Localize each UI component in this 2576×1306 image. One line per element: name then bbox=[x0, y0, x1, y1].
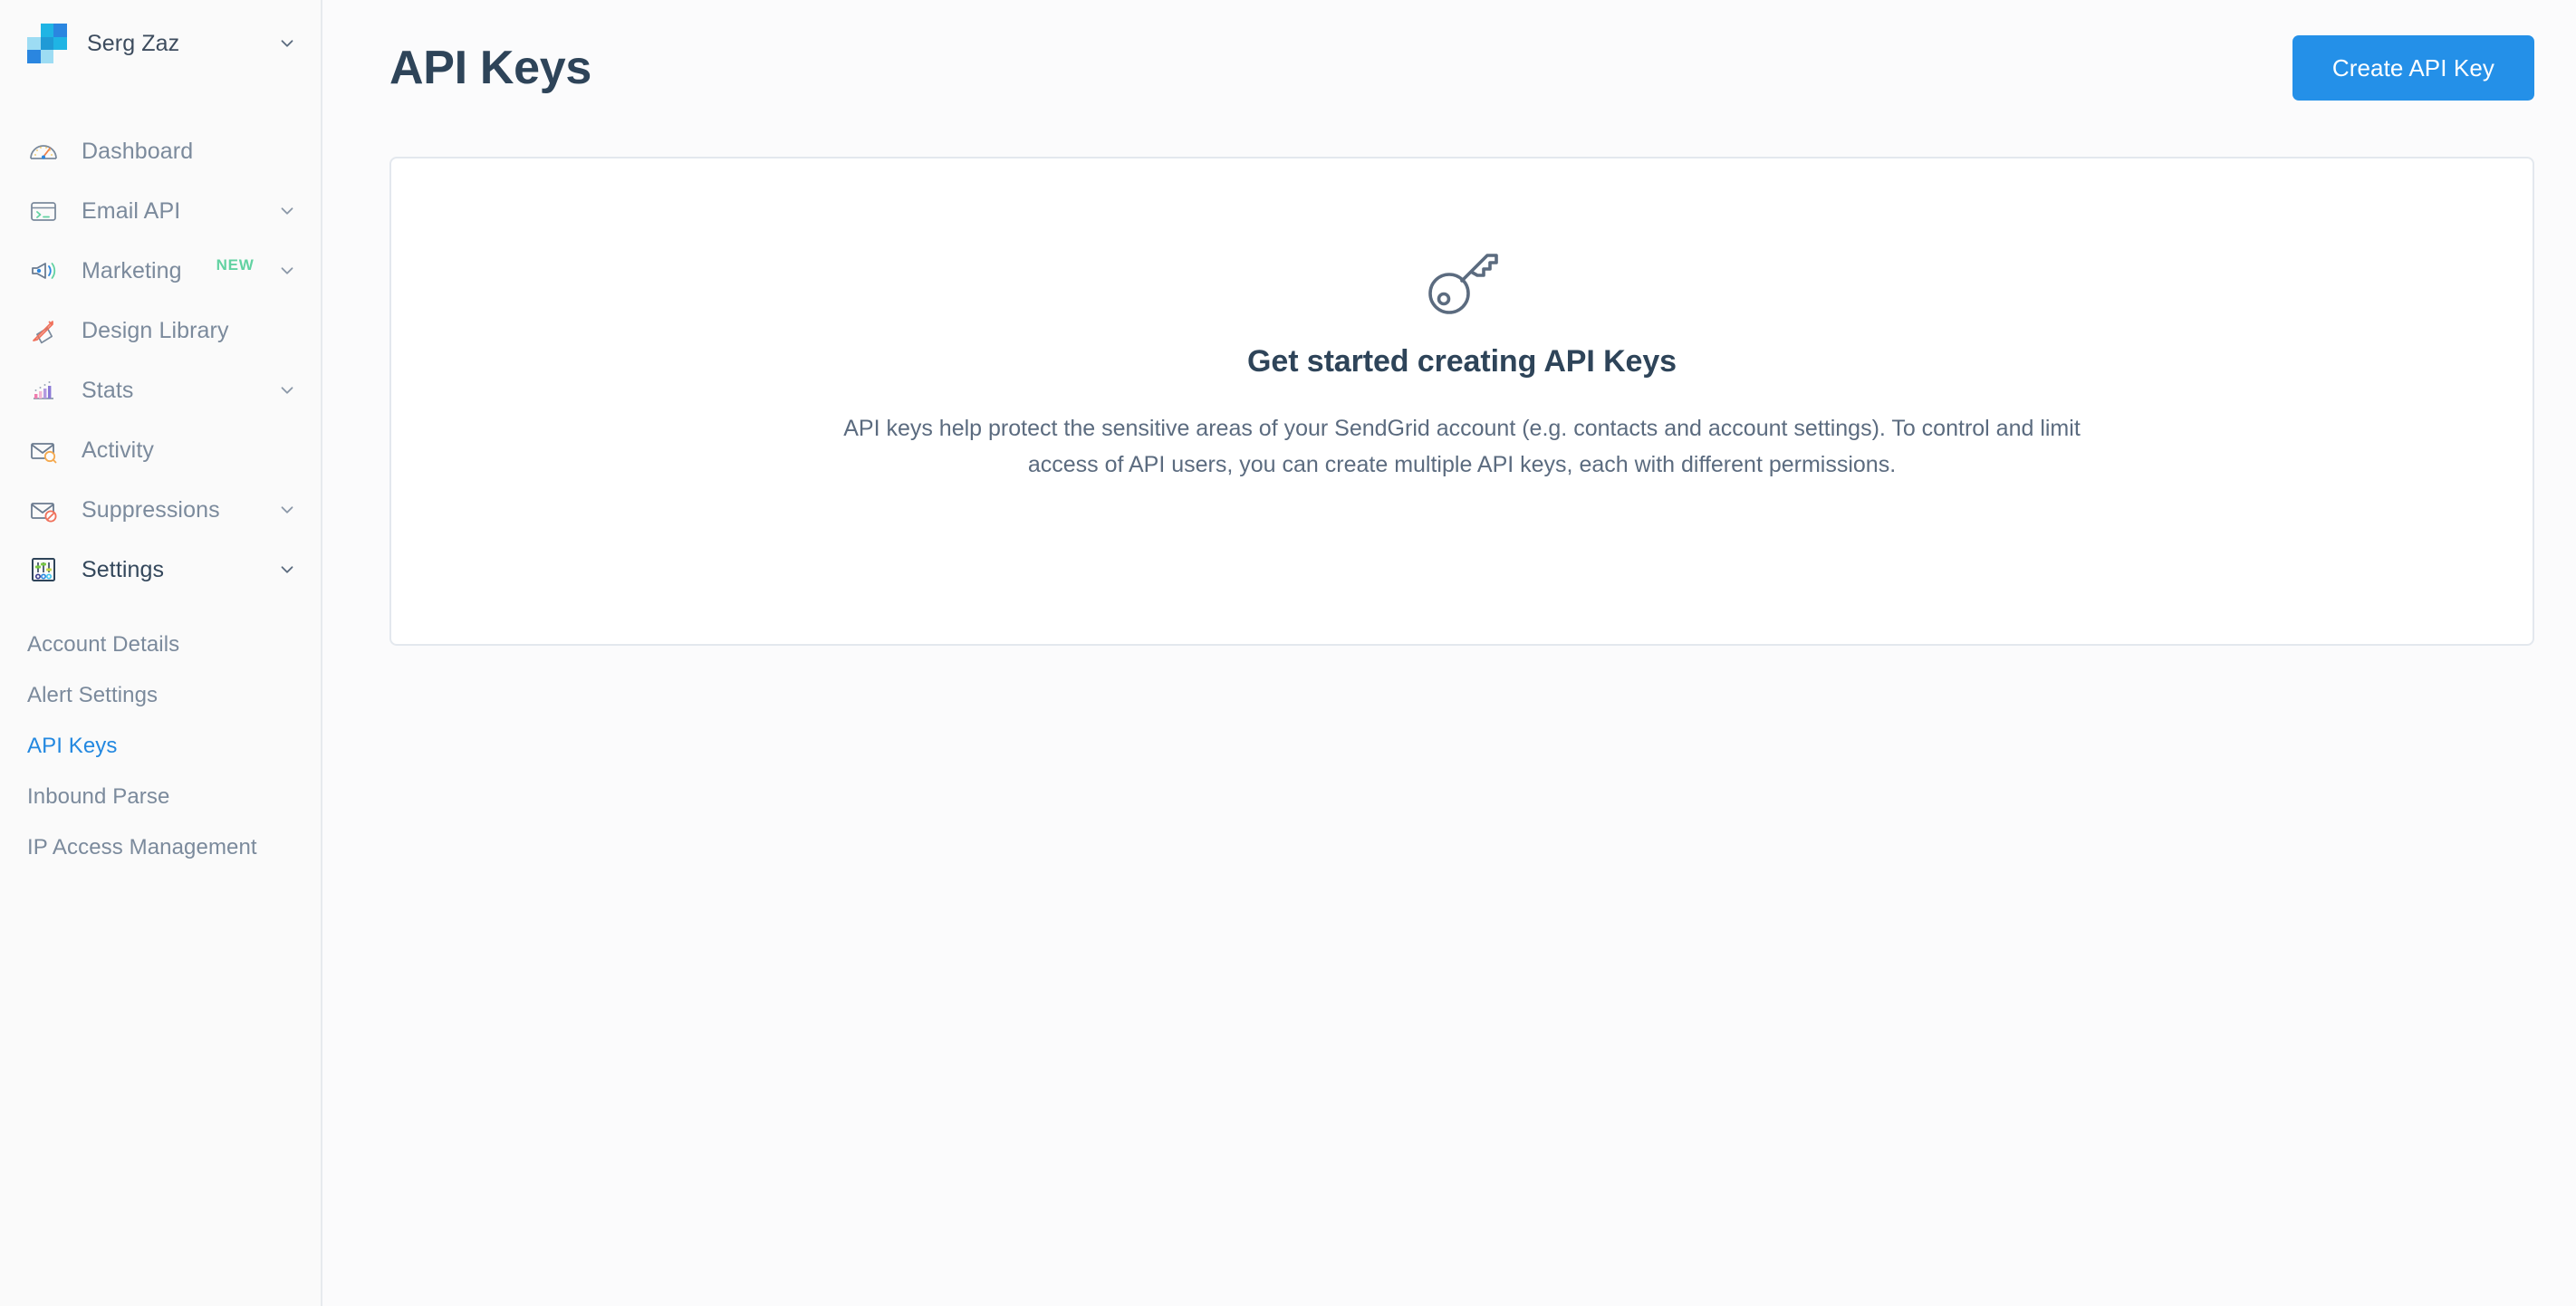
sidebar-item-alert-settings[interactable]: Alert Settings bbox=[0, 670, 321, 721]
sidebar-item-ip-access-management[interactable]: IP Access Management bbox=[0, 822, 321, 873]
sidebar-item-email-api[interactable]: Email API bbox=[0, 181, 321, 241]
api-keys-empty-state-card: Get started creating API Keys API keys h… bbox=[389, 157, 2534, 646]
sidebar-item-label: Activity bbox=[82, 437, 154, 463]
sidebar-item-activity[interactable]: Activity bbox=[0, 420, 321, 480]
chevron-down-icon[interactable] bbox=[277, 34, 297, 53]
envelope-blocked-icon bbox=[27, 494, 60, 526]
sidebar-item-settings[interactable]: Settings bbox=[0, 540, 321, 600]
page-title: API Keys bbox=[389, 42, 592, 94]
sidebar-item-label: Dashboard bbox=[82, 138, 194, 164]
sidebar-item-account-details[interactable]: Account Details bbox=[0, 619, 321, 670]
sidebar: Serg Zaz Dashboard Email API Marketing N… bbox=[0, 0, 322, 1306]
primary-navigation: Dashboard Email API Marketing NEW Design… bbox=[0, 87, 321, 873]
pencil-ruler-icon bbox=[27, 314, 60, 347]
status-badge-new: NEW bbox=[216, 256, 255, 274]
sidebar-item-label: Email API bbox=[82, 197, 181, 224]
page-header: API Keys Create API Key bbox=[322, 0, 2576, 136]
chevron-down-icon[interactable] bbox=[277, 500, 297, 520]
settings-subnavigation: Account Details Alert Settings API Keys … bbox=[0, 600, 321, 873]
sidebar-item-label: Stats bbox=[82, 377, 134, 403]
sendgrid-logo-icon bbox=[27, 24, 67, 63]
megaphone-icon bbox=[27, 254, 60, 287]
main-content: API Keys Create API Key Get started crea… bbox=[322, 0, 2576, 1306]
sidebar-item-label: Settings bbox=[82, 556, 165, 582]
bar-chart-icon bbox=[27, 374, 60, 407]
create-api-key-button[interactable]: Create API Key bbox=[2292, 35, 2534, 101]
sidebar-item-label: Marketing bbox=[82, 257, 182, 283]
sidebar-item-inbound-parse[interactable]: Inbound Parse bbox=[0, 772, 321, 822]
key-icon bbox=[1418, 237, 1505, 324]
chevron-down-icon[interactable] bbox=[277, 201, 297, 221]
sidebar-item-label: Design Library bbox=[82, 317, 229, 343]
sidebar-item-design-library[interactable]: Design Library bbox=[0, 301, 321, 360]
sidebar-item-suppressions[interactable]: Suppressions bbox=[0, 480, 321, 540]
chevron-down-icon[interactable] bbox=[277, 560, 297, 580]
account-switcher[interactable]: Serg Zaz bbox=[0, 0, 321, 87]
sidebar-item-dashboard[interactable]: Dashboard bbox=[0, 121, 321, 181]
sidebar-item-marketing[interactable]: Marketing NEW bbox=[0, 241, 321, 301]
sidebar-item-label: Suppressions bbox=[82, 496, 220, 523]
sidebar-item-stats[interactable]: Stats bbox=[0, 360, 321, 420]
gauge-icon bbox=[27, 135, 60, 168]
empty-state-description: API keys help protect the sensitive area… bbox=[843, 416, 2081, 477]
chevron-down-icon[interactable] bbox=[277, 380, 297, 400]
envelope-search-icon bbox=[27, 434, 60, 466]
empty-state-title: Get started creating API Keys bbox=[1247, 344, 1677, 379]
sliders-icon bbox=[27, 553, 60, 586]
app-root: Serg Zaz Dashboard Email API Marketing N… bbox=[0, 0, 2576, 1306]
terminal-icon bbox=[27, 195, 60, 227]
sidebar-item-api-keys[interactable]: API Keys bbox=[0, 721, 321, 772]
account-name: Serg Zaz bbox=[87, 30, 180, 56]
chevron-down-icon[interactable] bbox=[277, 261, 297, 281]
